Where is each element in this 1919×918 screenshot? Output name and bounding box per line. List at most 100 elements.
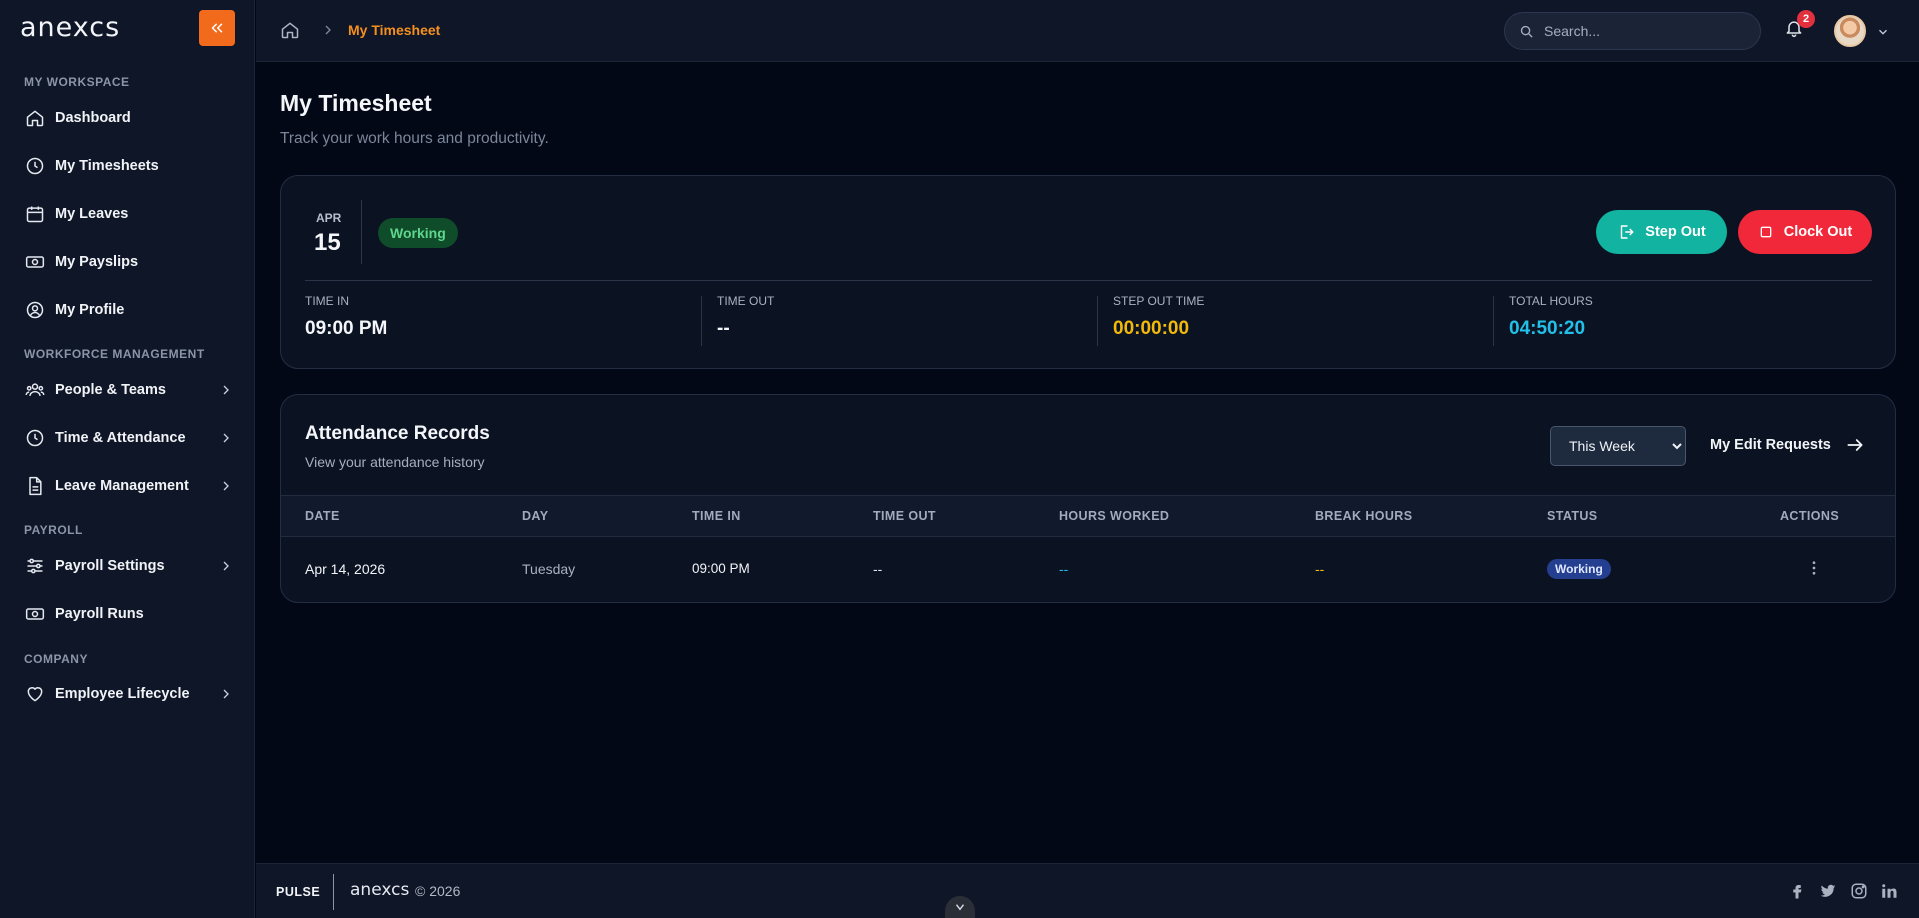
footer-brand: anexcs (350, 880, 410, 900)
sidebar-item-payroll-runs[interactable]: Payroll Runs (24, 600, 234, 628)
collapse-sidebar-button[interactable] (199, 10, 235, 46)
column-header-date[interactable]: DATE (305, 509, 340, 523)
column-header-actions: ACTIONS (1780, 509, 1840, 523)
scroll-down-handle[interactable] (945, 896, 975, 918)
column-header-time-out[interactable]: TIME OUT (873, 509, 936, 523)
step-out-button[interactable]: Step Out (1596, 210, 1727, 254)
money-icon (24, 603, 46, 625)
nav-section-workforce-management: WORKFORCE MANAGEMENT (24, 347, 205, 361)
clock-icon (24, 427, 46, 449)
users-icon (24, 379, 46, 401)
clock-status-card: APR 15 Working Step Out Clock Out TIME I… (280, 175, 1896, 369)
search-input[interactable] (1544, 23, 1744, 39)
table-row[interactable]: Apr 14, 2026 Tuesday 09:00 PM -- -- -- W… (281, 537, 1895, 602)
clock-out-label: Clock Out (1783, 224, 1853, 240)
divider (361, 200, 362, 264)
cell-hours-worked: -- (1059, 561, 1069, 577)
sidebar-item-label: Leave Management (55, 478, 189, 494)
chevron-down-icon[interactable] (1876, 25, 1890, 39)
sidebar-item-label: Time & Attendance (55, 430, 186, 446)
calendar-icon (24, 203, 46, 225)
sidebar-item-label: My Leaves (55, 206, 129, 222)
chevron-right-icon (223, 385, 229, 395)
twitter-icon[interactable] (1818, 882, 1838, 900)
stat-time-in: TIME IN 09:00 PM (305, 294, 387, 344)
sidebar-item-people-teams[interactable]: People & Teams (24, 376, 234, 404)
divider (701, 296, 702, 346)
divider (1097, 296, 1098, 346)
clock-icon (24, 155, 46, 177)
search-icon (1520, 25, 1533, 38)
instagram-icon[interactable] (1850, 882, 1868, 900)
sidebar-item-label: My Profile (55, 302, 125, 318)
stat-label: STEP OUT TIME (1113, 294, 1205, 308)
column-header-break-hours[interactable]: BREAK HOURS (1315, 509, 1412, 523)
stat-value: -- (717, 318, 730, 339)
double-chevron-left-icon (211, 23, 223, 33)
facebook-icon[interactable] (1788, 882, 1806, 900)
user-circle-icon (24, 299, 46, 321)
step-out-label: Step Out (1645, 224, 1706, 240)
sidebar-item-employee-lifecycle[interactable]: Employee Lifecycle (24, 680, 234, 708)
avatar[interactable] (1834, 15, 1866, 47)
sidebar-item-label: Employee Lifecycle (55, 686, 190, 702)
chevron-right-icon (223, 689, 229, 699)
stat-label: TIME OUT (717, 294, 775, 308)
cell-time-in: 09:00 PM (692, 561, 750, 576)
footer-product: PULSE (276, 885, 321, 899)
more-vertical-icon[interactable] (1805, 559, 1823, 577)
sidebar-item-label: Payroll Settings (55, 558, 165, 574)
breadcrumb-current: My Timesheet (348, 22, 441, 38)
stat-value: 09:00 PM (305, 318, 388, 339)
sidebar-item-payroll-settings[interactable]: Payroll Settings (24, 552, 234, 580)
home-icon[interactable] (280, 20, 300, 40)
period-filter-select[interactable]: This Week (1550, 426, 1686, 466)
brand-logo[interactable]: anexcs (20, 12, 120, 43)
home-icon (24, 107, 46, 129)
cell-day: Tuesday (522, 561, 576, 577)
sidebar-item-label: My Timesheets (55, 158, 159, 174)
divider (333, 874, 334, 910)
cell-break-hours: -- (1315, 561, 1325, 577)
divider (305, 280, 1872, 281)
document-icon (24, 475, 46, 497)
chevron-right-icon (325, 25, 331, 35)
section-title: Attendance Records (305, 423, 490, 444)
sidebar-item-my-payslips[interactable]: My Payslips (24, 248, 234, 276)
cell-time-out: -- (873, 561, 883, 577)
page-title: My Timesheet (280, 90, 432, 116)
sidebar-item-my-timesheets[interactable]: My Timesheets (24, 152, 234, 180)
sidebar-item-label: Payroll Runs (55, 606, 144, 622)
sidebar-item-label: Dashboard (55, 110, 131, 126)
column-header-time-in[interactable]: TIME IN (692, 509, 741, 523)
date-day: 15 (314, 229, 341, 256)
table-header: DATE DAY TIME IN TIME OUT HOURS WORKED B… (281, 495, 1895, 537)
chevron-down-icon (955, 904, 965, 911)
search-box[interactable] (1504, 12, 1761, 50)
stat-label: TOTAL HOURS (1509, 294, 1593, 308)
column-header-day[interactable]: DAY (522, 509, 548, 523)
date-month: APR (316, 211, 342, 225)
sidebar-item-time-attendance[interactable]: Time & Attendance (24, 424, 234, 452)
stat-label: TIME IN (305, 294, 349, 308)
chevron-right-icon (223, 561, 229, 571)
attendance-records-card: Attendance Records View your attendance … (280, 394, 1896, 603)
sliders-icon (24, 555, 46, 577)
clock-out-button[interactable]: Clock Out (1738, 210, 1872, 254)
heart-icon (24, 683, 46, 705)
column-header-hours-worked[interactable]: HOURS WORKED (1059, 509, 1169, 523)
sidebar-item-dashboard[interactable]: Dashboard (24, 104, 234, 132)
status-badge: Working (1547, 559, 1611, 579)
sidebar-item-my-leaves[interactable]: My Leaves (24, 200, 234, 228)
column-header-status[interactable]: STATUS (1547, 509, 1598, 523)
linkedin-icon[interactable] (1880, 882, 1898, 900)
arrow-right-icon (1847, 439, 1863, 451)
topbar: My Timesheet 2 (256, 0, 1919, 62)
sidebar-item-label: People & Teams (55, 382, 166, 398)
sidebar-item-my-profile[interactable]: My Profile (24, 296, 234, 324)
my-edit-requests-link[interactable]: My Edit Requests (1710, 435, 1865, 455)
sidebar-item-leave-management[interactable]: Leave Management (24, 472, 234, 500)
footer: PULSE anexcs © 2026 (256, 863, 1919, 918)
chevron-right-icon (223, 481, 229, 491)
stop-icon (1760, 226, 1772, 238)
